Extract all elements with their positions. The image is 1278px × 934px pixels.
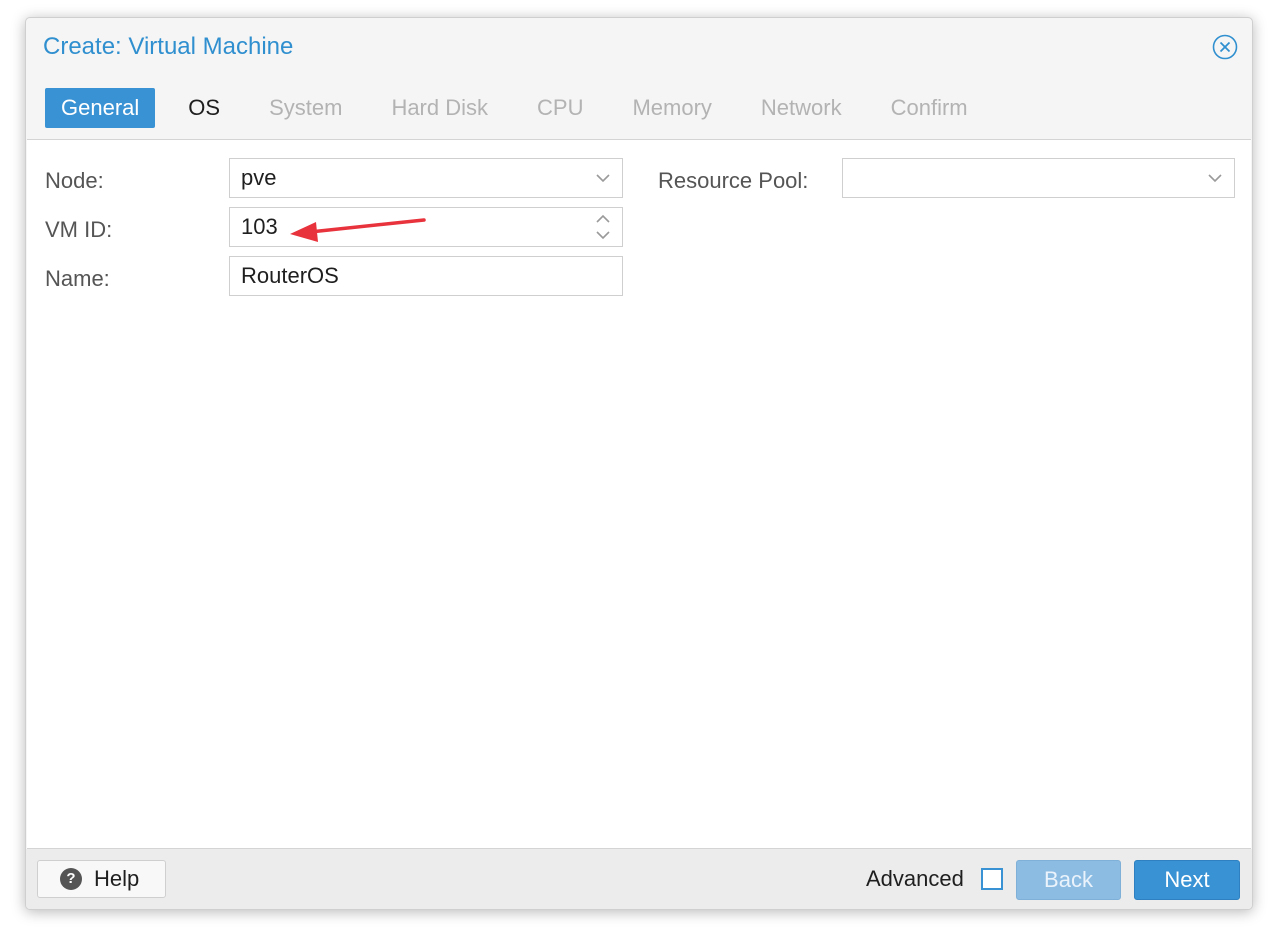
help-button[interactable]: ? Help bbox=[37, 860, 166, 898]
question-circle-icon: ? bbox=[60, 868, 82, 890]
advanced-checkbox[interactable] bbox=[981, 868, 1003, 890]
advanced-label: Advanced bbox=[866, 866, 964, 891]
create-vm-dialog: Create: Virtual Machine General OS Syste… bbox=[25, 17, 1253, 910]
vmid-input[interactable]: 103 bbox=[229, 207, 623, 247]
tab-general[interactable]: General bbox=[45, 88, 156, 128]
vmid-value: 103 bbox=[241, 214, 278, 239]
back-button: Back bbox=[1016, 860, 1121, 900]
chevron-down-icon bbox=[1208, 174, 1222, 183]
name-input[interactable]: RouterOS bbox=[229, 256, 623, 296]
help-button-label: Help bbox=[94, 866, 140, 891]
tab-hard-disk: Hard Disk bbox=[391, 95, 489, 120]
close-circle-icon bbox=[1212, 34, 1238, 60]
vmid-label: VM ID: bbox=[45, 217, 113, 242]
next-button[interactable]: Next bbox=[1134, 860, 1240, 900]
tab-confirm: Confirm bbox=[890, 95, 968, 120]
resource-pool-select[interactable] bbox=[842, 158, 1235, 198]
name-label: Name: bbox=[45, 266, 110, 291]
tab-memory: Memory bbox=[632, 95, 712, 120]
dialog-title: Create: Virtual Machine bbox=[43, 33, 294, 60]
name-value: RouterOS bbox=[241, 263, 339, 288]
dialog-footer: ? Help Advanced Back Next bbox=[26, 849, 1252, 909]
tab-cpu: CPU bbox=[537, 95, 584, 120]
node-select[interactable]: pve bbox=[229, 158, 623, 198]
tab-network: Network bbox=[760, 95, 842, 120]
chevron-down-icon bbox=[596, 174, 610, 183]
spinner-arrows-icon[interactable] bbox=[594, 213, 612, 241]
tab-os[interactable]: OS bbox=[172, 88, 236, 128]
wizard-tabs: General OS System Hard Disk CPU Memory N… bbox=[45, 88, 1001, 128]
general-form-panel: Node: pve VM ID: 103 Name: RouterOS Reso… bbox=[27, 139, 1251, 849]
node-value: pve bbox=[241, 165, 277, 190]
tab-system: System bbox=[269, 95, 343, 120]
resource-pool-label: Resource Pool: bbox=[658, 168, 809, 193]
node-label: Node: bbox=[45, 168, 104, 193]
close-button[interactable] bbox=[1212, 34, 1238, 60]
